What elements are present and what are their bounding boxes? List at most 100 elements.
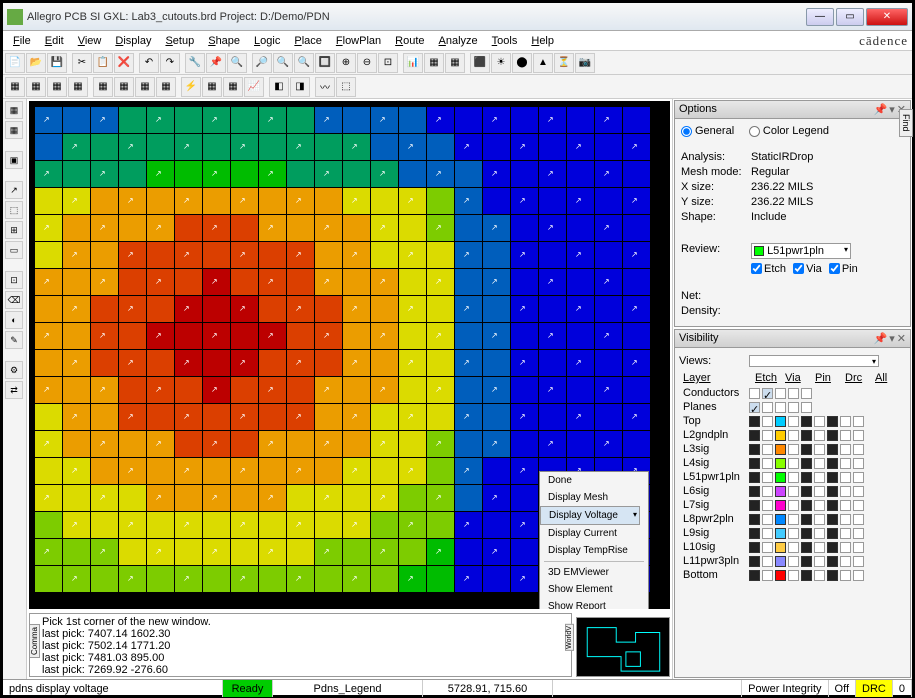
menu-setup[interactable]: Setup (159, 33, 200, 49)
toolbar-button[interactable]: ❌ (114, 53, 134, 73)
ctx-display-voltage[interactable]: Display Voltage (540, 506, 640, 525)
left-tool-button[interactable]: ↗ (5, 181, 23, 199)
menu-view[interactable]: View (72, 33, 108, 49)
toolbar-button[interactable]: ◨ (290, 77, 310, 97)
worldview-tab[interactable]: WorldV (565, 624, 574, 651)
design-canvas[interactable]: DoneDisplay MeshDisplay VoltageDisplay C… (29, 101, 670, 609)
toolbar-button[interactable]: ☀ (491, 53, 511, 73)
left-tool-button[interactable]: ⊞ (5, 221, 23, 239)
ctx-display-temprise[interactable]: Display TempRise (540, 542, 648, 559)
menu-analyze[interactable]: Analyze (433, 33, 484, 49)
close-button[interactable]: ✕ (866, 8, 908, 26)
pin-icon[interactable]: 📌 (874, 103, 888, 116)
toolbar-button[interactable]: ⊕ (336, 53, 356, 73)
left-tool-button[interactable]: ⊡ (5, 271, 23, 289)
radio-general[interactable]: General (681, 125, 734, 137)
command-window[interactable]: Comma Pick 1st corner of the new window.… (29, 613, 572, 677)
menu-shape[interactable]: Shape (202, 33, 246, 49)
toolbar-button[interactable]: ⏳ (554, 53, 574, 73)
toolbar-button[interactable]: 🔍 (227, 53, 247, 73)
left-tool-button[interactable]: ◐ (5, 311, 23, 329)
toolbar-button[interactable]: ⬚ (336, 77, 356, 97)
ctx-show-element[interactable]: Show Element (540, 581, 648, 598)
toolbar-button[interactable]: 🔎 (252, 53, 272, 73)
ctx-done[interactable]: Done (540, 472, 648, 489)
toolbar-button[interactable]: 🔲 (315, 53, 335, 73)
toolbar-button[interactable]: ⬛ (470, 53, 490, 73)
maximize-button[interactable]: ▭ (836, 8, 864, 26)
toolbar-button[interactable]: 🔧 (185, 53, 205, 73)
close-panel-icon[interactable]: ✕ (897, 332, 906, 345)
toolbar-button[interactable]: ✂ (72, 53, 92, 73)
toolbar-button[interactable]: ⚡ (181, 77, 201, 97)
toolbar-button[interactable]: ⊖ (357, 53, 377, 73)
toolbar-button[interactable]: ▦ (5, 77, 25, 97)
ctx-display-current[interactable]: Display Current (540, 525, 648, 542)
toolbar-button[interactable]: ⊡ (378, 53, 398, 73)
dock-icon[interactable]: ▾ (889, 103, 895, 116)
toolbar-button[interactable]: ▦ (202, 77, 222, 97)
review-select[interactable]: L51pwr1pln (751, 243, 851, 259)
toolbar-button[interactable]: ⬤ (512, 53, 532, 73)
menu-logic[interactable]: Logic (248, 33, 286, 49)
world-view[interactable]: WorldV (576, 617, 670, 677)
toolbar-button[interactable]: ▦ (135, 77, 155, 97)
toolbar-button[interactable]: 📄 (5, 53, 25, 73)
toolbar-button[interactable]: ▦ (223, 77, 243, 97)
pin-icon[interactable]: 📌 (874, 332, 888, 345)
ctx-show-report[interactable]: Show Report (540, 598, 648, 609)
toolbar-button[interactable]: ▦ (93, 77, 113, 97)
toolbar-button[interactable]: ▦ (47, 77, 67, 97)
find-tab[interactable]: Find (899, 109, 913, 137)
left-tool-button[interactable]: ▣ (5, 151, 23, 169)
toolbar-button[interactable]: 📋 (93, 53, 113, 73)
menu-place[interactable]: Place (288, 33, 328, 49)
left-tool-button[interactable]: ⬚ (5, 201, 23, 219)
toolbar-button[interactable]: ▦ (424, 53, 444, 73)
toolbar-button[interactable]: 📊 (403, 53, 423, 73)
toolbar-button[interactable]: 📂 (26, 53, 46, 73)
left-tool-button[interactable]: ▦ (5, 121, 23, 139)
ctx-display-mesh[interactable]: Display Mesh (540, 489, 648, 506)
command-tab[interactable]: Comma (29, 624, 40, 658)
menu-display[interactable]: Display (109, 33, 157, 49)
toolbar-button[interactable]: ▲ (533, 53, 553, 73)
cmd-line: last pick: 7481.03 895.00 (34, 652, 567, 664)
menu-tools[interactable]: Tools (486, 33, 524, 49)
left-tool-button[interactable]: ✎ (5, 331, 23, 349)
toolbar-button[interactable]: 📈 (244, 77, 264, 97)
chk-via[interactable]: Via (793, 263, 822, 275)
menu-flowplan[interactable]: FlowPlan (330, 33, 387, 49)
toolbar-button[interactable]: 〰 (315, 77, 335, 97)
chk-etch[interactable]: Etch (751, 263, 786, 275)
toolbar-button[interactable]: ▦ (114, 77, 134, 97)
toolbar-button[interactable]: 📷 (575, 53, 595, 73)
toolbar-button[interactable]: ▦ (26, 77, 46, 97)
cmd-prompt: Command > (34, 676, 567, 677)
left-tool-button[interactable]: ▭ (5, 241, 23, 259)
toolbar-button[interactable]: ◧ (269, 77, 289, 97)
left-tool-button[interactable]: ▦ (5, 101, 23, 119)
left-tool-button[interactable]: ⇄ (5, 381, 23, 399)
minimize-button[interactable]: — (806, 8, 834, 26)
toolbar-button[interactable]: 💾 (47, 53, 67, 73)
radio-color-legend[interactable]: Color Legend (749, 125, 829, 137)
toolbar-button[interactable]: ↷ (160, 53, 180, 73)
toolbar-button[interactable]: 🔍 (294, 53, 314, 73)
chk-pin[interactable]: Pin (829, 263, 858, 275)
menu-edit[interactable]: Edit (39, 33, 70, 49)
left-tool-button[interactable]: ⚙ (5, 361, 23, 379)
toolbar-button[interactable]: ↶ (139, 53, 159, 73)
toolbar-button[interactable]: 📌 (206, 53, 226, 73)
menu-route[interactable]: Route (389, 33, 430, 49)
left-tool-button[interactable]: ⌫ (5, 291, 23, 309)
ctx-3d-emviewer[interactable]: 3D EMViewer (540, 564, 648, 581)
toolbar-button[interactable]: ▦ (445, 53, 465, 73)
views-select[interactable] (749, 355, 879, 367)
toolbar-button[interactable]: 🔍 (273, 53, 293, 73)
toolbar-button[interactable]: ▦ (68, 77, 88, 97)
dock-icon[interactable]: ▾ (889, 332, 895, 345)
menu-help[interactable]: Help (525, 33, 560, 49)
menu-file[interactable]: File (7, 33, 37, 49)
toolbar-button[interactable]: ▦ (156, 77, 176, 97)
